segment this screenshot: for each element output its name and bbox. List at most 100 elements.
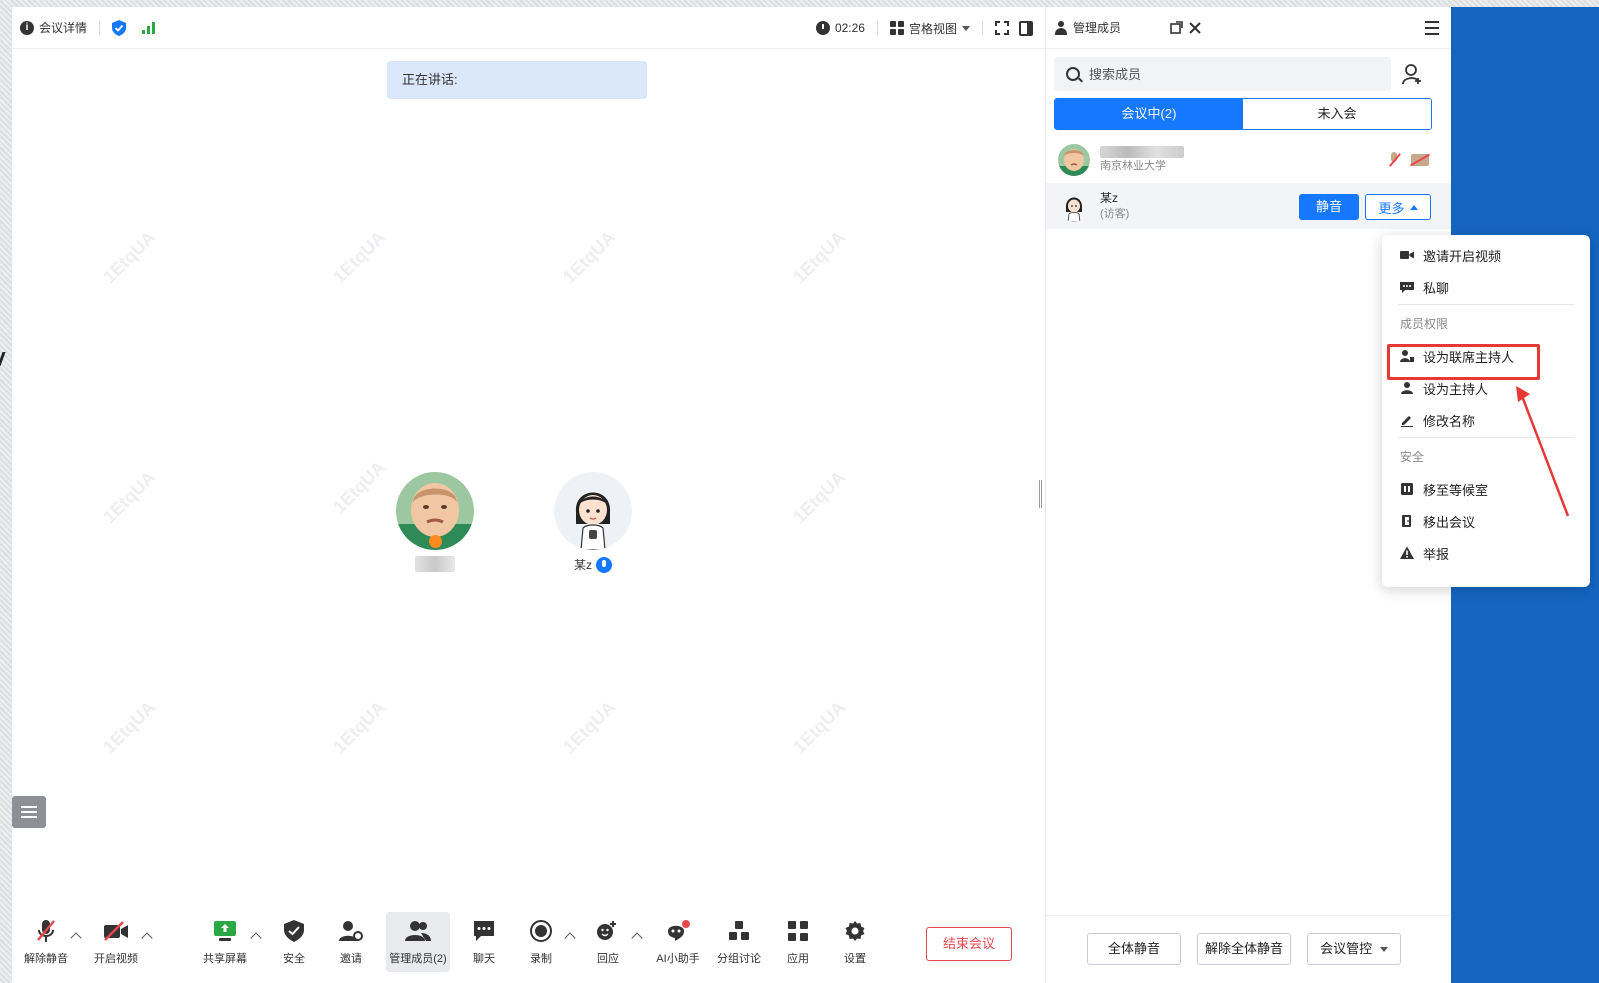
invite-button[interactable]: 邀请 xyxy=(319,912,383,972)
divider xyxy=(876,21,878,35)
member-tabs: 会议中(2) 未入会 xyxy=(1054,98,1432,130)
apps-button[interactable]: 应用 xyxy=(766,912,830,972)
chevron-up-icon xyxy=(1409,204,1418,210)
menu-section-permissions: 成员权限 xyxy=(1400,317,1449,331)
meeting-control-dropdown[interactable]: 会议管控 xyxy=(1307,933,1401,965)
panel-footer: 全体静音 解除全体静音 会议管控 xyxy=(1046,915,1451,983)
watermark-text: 1EtqUA xyxy=(99,467,160,528)
start-video-button[interactable]: 开启视频 xyxy=(84,912,148,972)
watermark-text: 1EtqUA xyxy=(789,467,850,528)
watermark-text: 1EtqUA xyxy=(789,697,850,758)
tool-label: 录制 xyxy=(530,953,552,965)
search-input[interactable] xyxy=(1089,66,1369,82)
unmute-button[interactable]: 解除静音 xyxy=(14,912,78,972)
participant-label xyxy=(396,556,474,572)
end-meeting-button[interactable]: 结束会议 xyxy=(926,927,1012,961)
watermark-text: 1EtqUA xyxy=(329,457,390,518)
menu-item-report[interactable]: 举报 xyxy=(1400,542,1449,564)
tool-label: 回应 xyxy=(597,953,619,965)
mute-all-button[interactable]: 全体静音 xyxy=(1087,933,1181,965)
menu-item-invite-video[interactable]: 邀请开启视频 xyxy=(1400,244,1501,266)
waiting-room-icon xyxy=(1401,483,1413,495)
speaking-indicator: 正在讲话: xyxy=(387,61,647,99)
annotation-arrow-icon xyxy=(1516,386,1570,517)
participant-tile-host[interactable] xyxy=(396,472,474,572)
camera-off-icon[interactable] xyxy=(1411,154,1429,166)
chevron-down-icon xyxy=(962,25,970,31)
panel-resize-handle[interactable] xyxy=(1039,480,1042,508)
participant-label: 某z xyxy=(554,556,632,573)
menu-item-move-to-waiting-room[interactable]: 移至等候室 xyxy=(1400,478,1488,500)
menu-item-label: 修改名称 xyxy=(1423,413,1476,429)
meeting-details-button[interactable]: i 会议详情 xyxy=(20,19,87,36)
share-screen-icon xyxy=(193,916,257,946)
sidebar-layout-icon[interactable] xyxy=(1019,20,1033,36)
search-icon xyxy=(1066,67,1080,81)
manage-members-button[interactable]: 管理成员(2) xyxy=(386,912,450,972)
tab-not-joined[interactable]: 未入会 xyxy=(1243,99,1431,129)
avatar xyxy=(396,472,474,550)
close-icon[interactable] xyxy=(1189,21,1201,34)
chat-icon xyxy=(452,916,516,946)
pop-out-icon[interactable] xyxy=(1170,21,1183,34)
chat-button[interactable]: 聊天 xyxy=(452,912,516,972)
more-options-button[interactable]: 更多 xyxy=(1365,194,1431,220)
participant-tile-guest[interactable]: 某z xyxy=(554,472,632,573)
avatar xyxy=(1058,144,1090,176)
member-status-icons xyxy=(1387,152,1429,168)
shield-icon xyxy=(262,916,326,946)
menu-item-label: 移至等候室 xyxy=(1423,482,1489,498)
menu-item-rename[interactable]: 修改名称 xyxy=(1400,409,1475,431)
panel-tab-manage-members[interactable]: 管理成员 xyxy=(1054,19,1201,36)
breakout-rooms-button[interactable]: 分组讨论 xyxy=(707,912,771,972)
member-row[interactable]: 南京林业大学 xyxy=(1046,137,1451,183)
microphone-muted-icon[interactable] xyxy=(1387,152,1401,168)
record-button[interactable]: 录制 xyxy=(509,912,573,972)
reaction-button[interactable]: 回应 xyxy=(576,912,640,972)
tool-label: 邀请 xyxy=(340,953,362,965)
ai-assistant-icon xyxy=(646,916,710,946)
settings-button[interactable]: 设置 xyxy=(823,912,887,972)
menu-section-security: 安全 xyxy=(1400,450,1425,464)
add-person-icon xyxy=(319,916,383,946)
divider xyxy=(982,21,983,35)
tab-in-meeting[interactable]: 会议中(2) xyxy=(1055,99,1243,129)
menu-item-remove-from-meeting[interactable]: 移出会议 xyxy=(1400,510,1475,532)
microphone-on-icon xyxy=(596,556,612,573)
menu-item-label: 设为主持人 xyxy=(1423,381,1489,397)
meeting-timer: 02:26 xyxy=(815,21,865,35)
view-mode-label: 宫格视图 xyxy=(908,21,957,36)
security-button[interactable]: 安全 xyxy=(262,912,326,972)
add-member-icon[interactable] xyxy=(1401,63,1423,85)
menu-item-private-chat[interactable]: 私聊 xyxy=(1400,276,1449,298)
avatar xyxy=(1058,190,1090,222)
warning-triangle-icon xyxy=(1400,546,1414,559)
members-icon xyxy=(386,916,450,946)
tool-label: 安全 xyxy=(283,953,305,965)
participant-name: 某z xyxy=(573,558,592,572)
view-mode-dropdown[interactable]: 宫格视图 xyxy=(889,20,970,37)
list-toggle-button[interactable] xyxy=(12,796,46,828)
divider xyxy=(99,20,101,35)
menu-item-set-host[interactable]: 设为主持人 xyxy=(1400,377,1488,399)
watermark-text: 1EtqUA xyxy=(789,227,850,288)
tool-label: 开启视频 xyxy=(94,953,138,965)
share-screen-button[interactable]: 共享屏幕 xyxy=(193,912,257,972)
record-icon xyxy=(509,916,573,946)
security-shield-icon[interactable] xyxy=(112,19,127,36)
fullscreen-icon[interactable] xyxy=(995,21,1009,35)
avatar xyxy=(554,472,632,550)
network-signal-icon[interactable] xyxy=(142,21,156,34)
meeting-topbar: i 会议详情 02:26 宫格视图 xyxy=(12,7,1045,49)
members-icon xyxy=(1054,20,1068,35)
unmute-all-button[interactable]: 解除全体静音 xyxy=(1197,933,1291,965)
member-row-selected[interactable]: 某z (访客) 静音 更多 xyxy=(1046,183,1451,229)
ai-assistant-button[interactable]: AI小助手 xyxy=(646,912,710,972)
watermark-text: 1EtqUA xyxy=(99,227,160,288)
watermark-text: 1EtqUA xyxy=(559,697,620,758)
mute-member-button[interactable]: 静音 xyxy=(1299,194,1359,220)
hamburger-menu-icon[interactable] xyxy=(1425,21,1439,39)
member-search[interactable] xyxy=(1054,57,1391,91)
tool-label: 共享屏幕 xyxy=(203,953,247,965)
timer-value: 02:26 xyxy=(834,21,865,35)
